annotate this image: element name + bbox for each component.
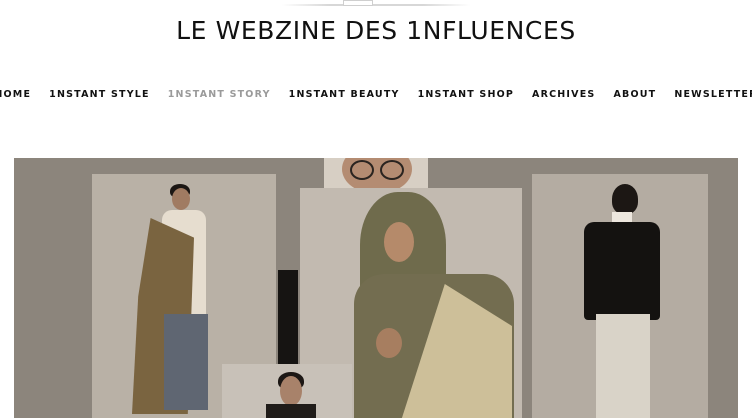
nav-item-1nstant-style[interactable]: 1NSTANT STYLE — [49, 89, 150, 103]
nav-item-about[interactable]: ABOUT — [613, 89, 656, 103]
nav-item-1nstant-shop[interactable]: 1NSTANT SHOP — [418, 89, 514, 103]
header-top-badge — [343, 0, 373, 6]
site-title[interactable]: LE WEBZINE DES 1NFLUENCES — [0, 16, 752, 45]
header-top-rule — [282, 4, 470, 6]
collage-photo-portrait — [222, 364, 352, 418]
hero-collage-image[interactable] — [14, 158, 738, 418]
collage-photo-black-jacket — [532, 174, 708, 418]
main-nav: HOME 1NSTANT STYLE 1NSTANT STORY 1NSTANT… — [0, 89, 752, 103]
nav-item-newsletter[interactable]: NEWSLETTER — [674, 89, 752, 103]
nav-item-1nstant-beauty[interactable]: 1NSTANT BEAUTY — [289, 89, 400, 103]
nav-item-archives[interactable]: ARCHIVES — [532, 89, 595, 103]
nav-item-home[interactable]: HOME — [0, 89, 31, 103]
nav-item-1nstant-story[interactable]: 1NSTANT STORY — [168, 89, 271, 103]
collage-photo-face — [324, 158, 428, 188]
